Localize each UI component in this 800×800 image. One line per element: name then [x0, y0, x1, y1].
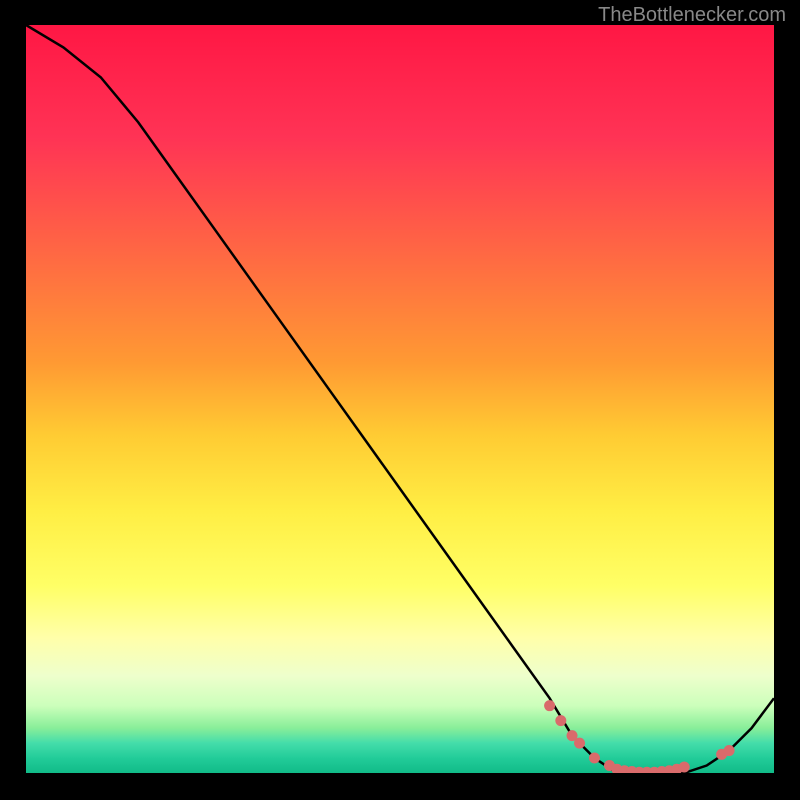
data-marker: [555, 715, 566, 726]
data-marker: [679, 762, 690, 773]
data-marker: [589, 753, 600, 764]
chart-curve: [26, 25, 774, 773]
watermark-text: TheBottlenecker.com: [598, 4, 786, 27]
chart-container: [26, 25, 774, 773]
data-marker: [574, 738, 585, 749]
data-marker: [544, 700, 555, 711]
data-marker: [724, 745, 735, 756]
